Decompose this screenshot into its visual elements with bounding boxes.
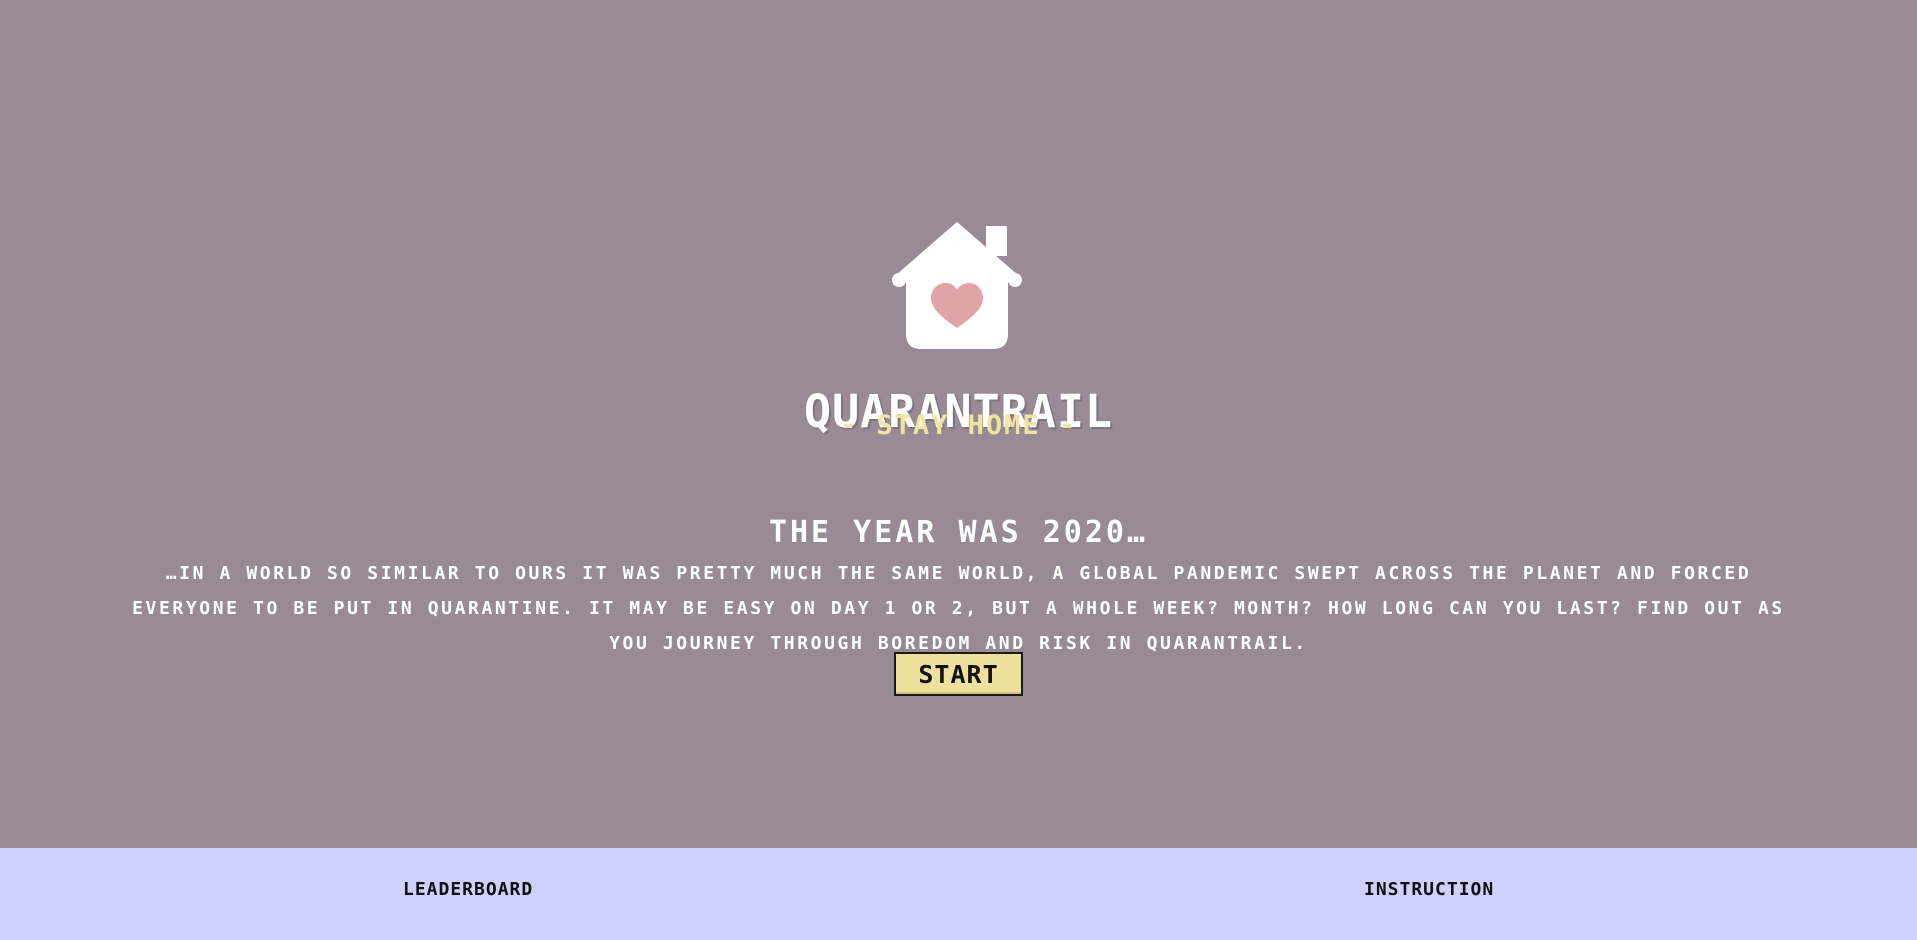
intro-paragraph: …IN A WORLD SO SIMILAR TO OURS IT WAS PR… bbox=[132, 563, 1785, 654]
hero-section: QUARANTRAIL - STAY HOME - THE YEAR WAS 2… bbox=[0, 0, 1917, 848]
footer-nav: LEADERBOARD INSTRUCTION bbox=[0, 848, 1917, 940]
instruction-link[interactable]: INSTRUCTION bbox=[1364, 878, 1494, 902]
leaderboard-link[interactable]: LEADERBOARD bbox=[403, 878, 533, 902]
house-heart-icon bbox=[892, 222, 1022, 349]
quarantrail-page: QUARANTRAIL - STAY HOME - THE YEAR WAS 2… bbox=[0, 0, 1917, 940]
start-button[interactable]: START bbox=[894, 652, 1023, 696]
intro-heading: THE YEAR WAS 2020… bbox=[768, 514, 1149, 550]
app-subtitle: - STAY HOME - bbox=[839, 410, 1078, 441]
